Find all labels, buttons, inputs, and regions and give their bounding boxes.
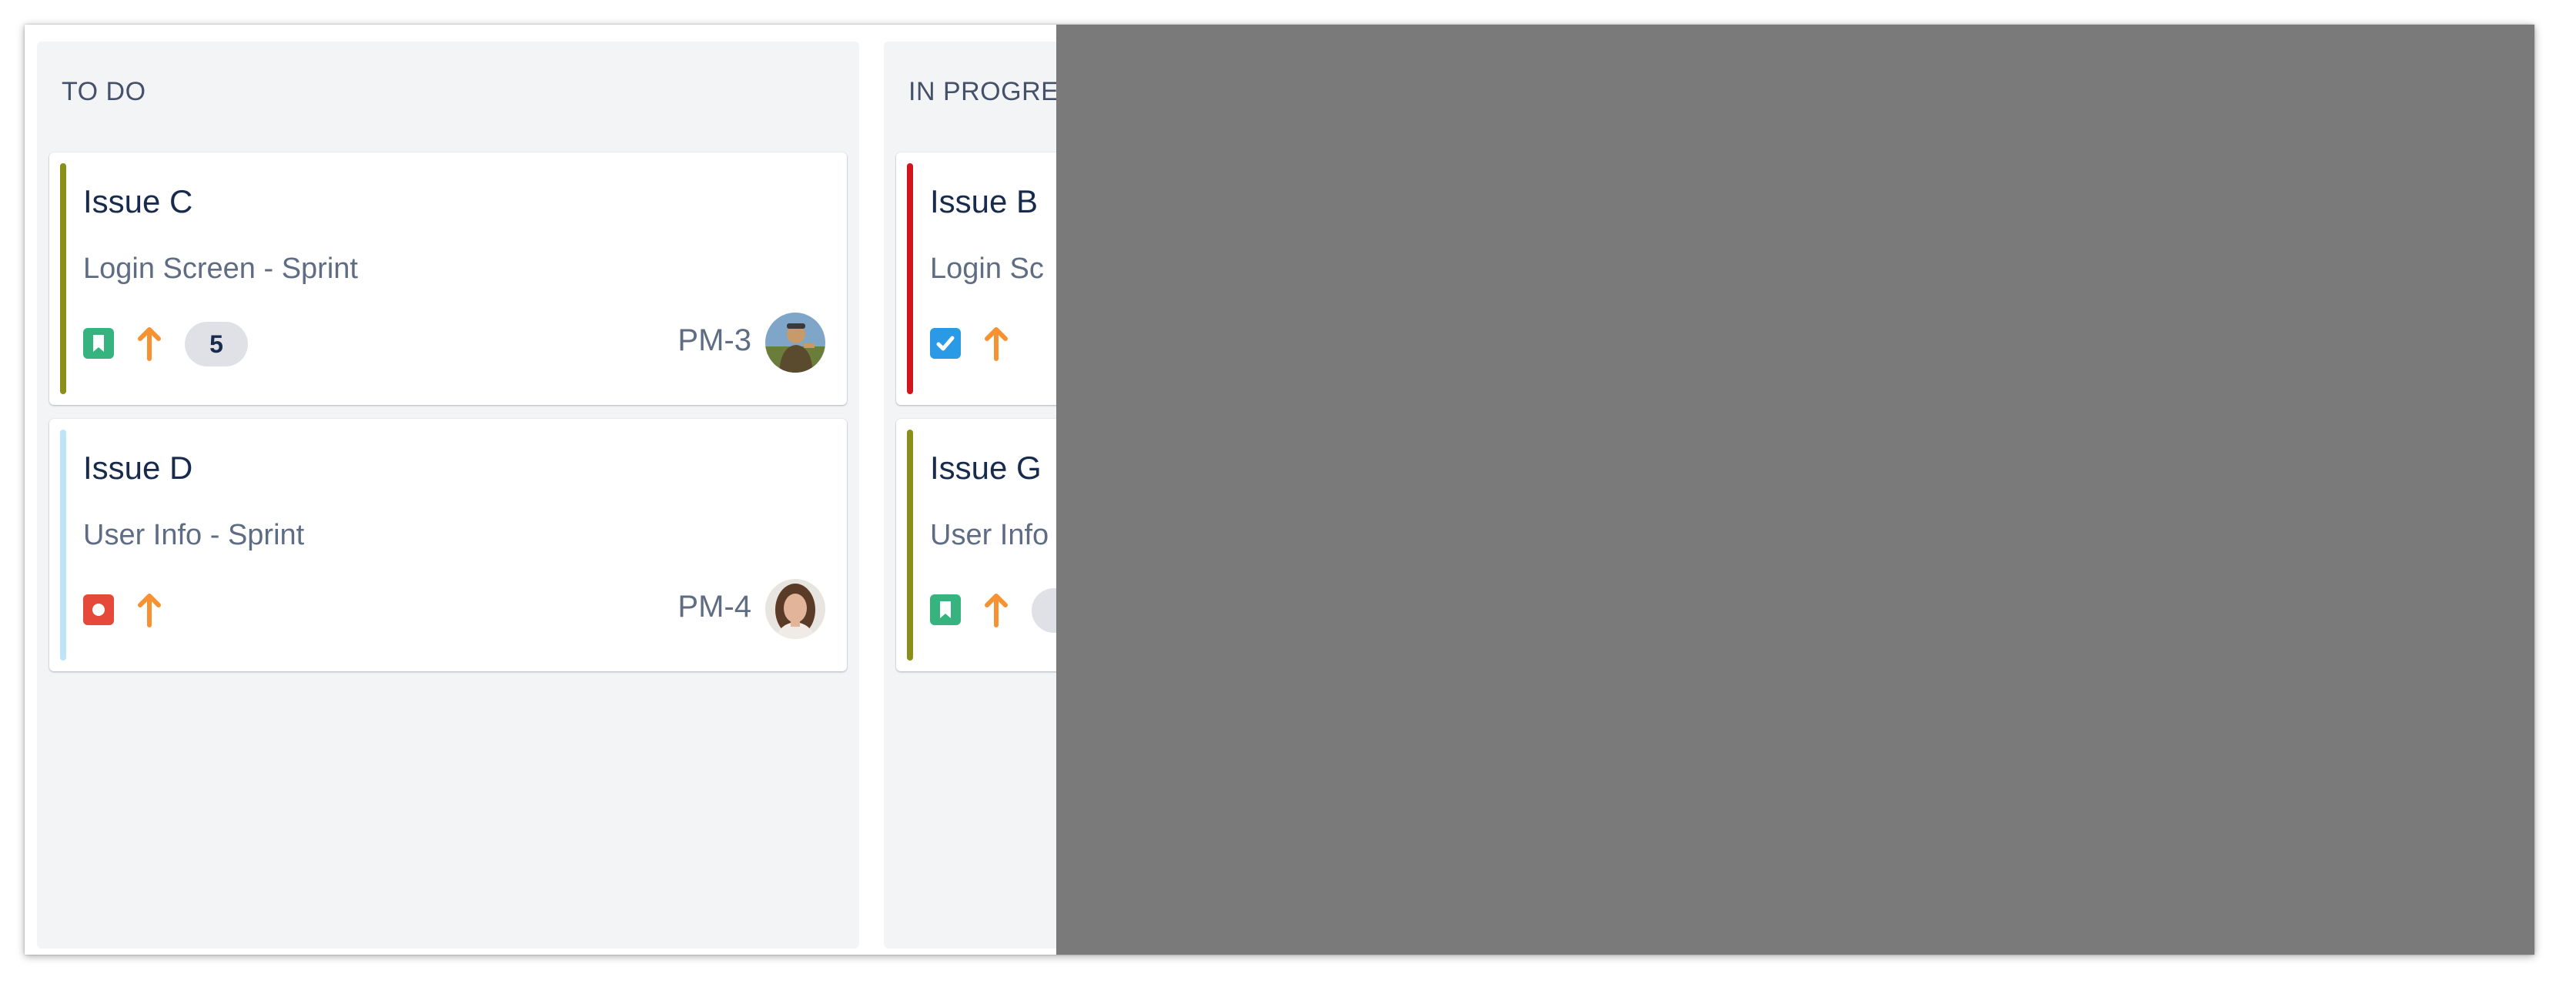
- blurred-region: [1056, 25, 2534, 955]
- issue-card[interactable]: Issue D User Info - Sprint PM-4: [49, 419, 847, 671]
- issue-key[interactable]: PM-4: [677, 590, 751, 624]
- story-points-badge: [1032, 588, 1056, 633]
- issue-card[interactable]: Issue G User Info: [896, 419, 1056, 671]
- story-points-badge: 5: [185, 322, 248, 366]
- issue-title[interactable]: Issue G: [930, 450, 1042, 487]
- column-title: TO DO: [62, 77, 146, 106]
- issue-epic: Login Sc: [930, 253, 1044, 285]
- epic-color-bar: [60, 430, 66, 661]
- screenshot-frame: TO DO Issue C Login Screen - Sprint 5 PM…: [25, 25, 2534, 955]
- card-footer: [930, 579, 1056, 641]
- epic-color-bar: [907, 163, 913, 394]
- issue-epic: Login Screen - Sprint: [83, 253, 358, 285]
- epic-color-bar: [60, 163, 66, 394]
- issue-title[interactable]: Issue D: [83, 450, 192, 487]
- priority-high-icon: [981, 325, 1012, 362]
- issue-key[interactable]: PM-3: [677, 323, 751, 358]
- card-footer: 5 PM-3: [83, 313, 825, 374]
- priority-high-icon: [981, 591, 1012, 628]
- bug-icon: [83, 594, 114, 625]
- column-to-do: TO DO Issue C Login Screen - Sprint 5 PM…: [37, 42, 859, 949]
- story-icon: [83, 328, 114, 359]
- column-in-progress: IN PROGRE Issue B Login Sc Issue G User: [884, 42, 1056, 949]
- issue-card[interactable]: Issue C Login Screen - Sprint 5 PM-3: [49, 152, 847, 405]
- epic-color-bar: [907, 430, 913, 661]
- kanban-board: TO DO Issue C Login Screen - Sprint 5 PM…: [25, 25, 1056, 955]
- issue-title[interactable]: Issue B: [930, 183, 1038, 220]
- task-icon: [930, 328, 961, 359]
- story-icon: [930, 594, 961, 625]
- issue-epic: User Info - Sprint: [83, 519, 305, 551]
- priority-high-icon: [134, 591, 165, 628]
- issue-epic: User Info: [930, 519, 1049, 551]
- issue-title[interactable]: Issue C: [83, 183, 192, 220]
- issue-card[interactable]: Issue B Login Sc: [896, 152, 1056, 405]
- avatar-woman-icon[interactable]: [765, 579, 825, 639]
- card-footer: [930, 313, 1056, 374]
- priority-high-icon: [134, 325, 165, 362]
- avatar-man-icon[interactable]: [765, 313, 825, 373]
- column-title: IN PROGRE: [908, 77, 1056, 106]
- card-footer: PM-4: [83, 579, 825, 641]
